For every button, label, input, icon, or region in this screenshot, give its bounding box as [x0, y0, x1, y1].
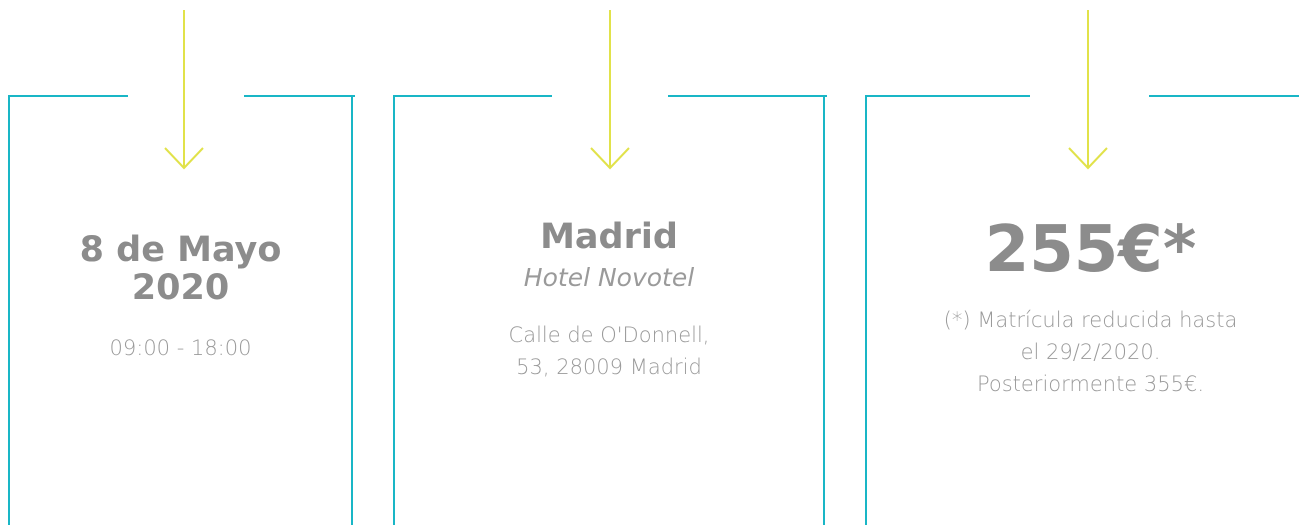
- price-heading: 255€*: [984, 213, 1197, 287]
- price-note-line2: el 29/2/2020.: [1020, 340, 1161, 364]
- event-date-line1: 8 de Mayo: [79, 230, 282, 270]
- event-date-heading: 8 de Mayo 2020: [10, 230, 351, 308]
- address-line1: Calle de O'Donnell,: [508, 322, 710, 347]
- event-date-line2: 2020: [131, 267, 230, 308]
- price-content: 255€* (*) Matrícula reducida hasta el 29…: [867, 218, 1299, 400]
- arrow-down-icon: [1068, 10, 1108, 170]
- card-frame-top-right: [668, 95, 827, 97]
- city-heading: Madrid: [540, 217, 678, 257]
- card-frame-top-right: [244, 95, 355, 97]
- event-time: 09:00 - 18:00: [109, 335, 252, 360]
- card-frame-top-left: [867, 95, 1030, 97]
- location-content: Madrid Hotel Novotel Calle de O'Donnell,…: [395, 217, 823, 383]
- card-frame-top-right: [1149, 95, 1299, 97]
- price-note-line3: Posteriormente 355€.: [976, 372, 1205, 396]
- card-frame-top-left: [10, 95, 128, 97]
- price-note-line1: (*) Matrícula reducida hasta: [943, 308, 1238, 332]
- arrow-down-icon: [164, 10, 204, 170]
- price-note: (*) Matrícula reducida hasta el 29/2/202…: [867, 304, 1299, 400]
- address-line2: 53, 28009 Madrid: [516, 354, 702, 379]
- venue-address: Calle de O'Donnell, 53, 28009 Madrid: [395, 319, 823, 383]
- date-content: 8 de Mayo 2020 09:00 - 18:00: [10, 230, 351, 364]
- arrow-down-icon: [590, 10, 630, 170]
- card-frame-top-left: [395, 95, 552, 97]
- venue-name: Hotel Novotel: [523, 262, 695, 292]
